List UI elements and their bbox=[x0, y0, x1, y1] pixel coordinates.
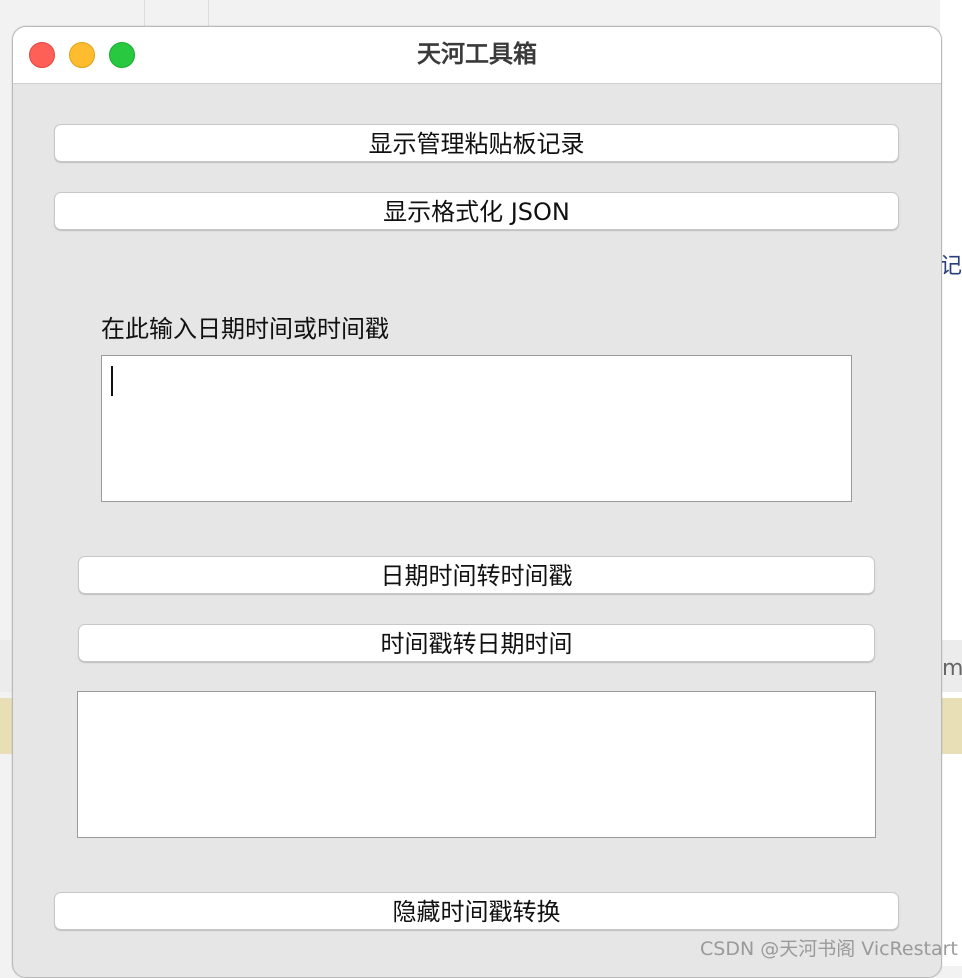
hide-timestamp-button[interactable]: 隐藏时间戳转换 bbox=[54, 892, 899, 930]
show-clipboard-button[interactable]: 显示管理粘贴板记录 bbox=[54, 124, 899, 162]
datetime-input[interactable] bbox=[101, 355, 852, 502]
text-caret bbox=[111, 366, 113, 396]
background-divider bbox=[144, 0, 145, 26]
window-title: 天河工具箱 bbox=[417, 40, 537, 68]
background-text: m bbox=[942, 656, 962, 681]
show-json-button[interactable]: 显示格式化 JSON bbox=[54, 192, 899, 230]
background-app-panel bbox=[940, 0, 962, 966]
date-to-timestamp-button[interactable]: 日期时间转时间戳 bbox=[78, 556, 875, 594]
result-output[interactable] bbox=[77, 691, 876, 838]
input-label: 在此输入日期时间或时间戳 bbox=[101, 315, 389, 343]
background-text: 记 bbox=[940, 254, 962, 279]
background-divider bbox=[208, 0, 209, 26]
title-bar: 天河工具箱 bbox=[13, 27, 941, 84]
app-window: 天河工具箱 显示管理粘贴板记录 显示格式化 JSON 在此输入日期时间或时间戳 … bbox=[12, 26, 942, 978]
timestamp-to-date-button[interactable]: 时间戳转日期时间 bbox=[78, 624, 875, 662]
watermark: CSDN @天河书阁 VicRestart bbox=[700, 938, 958, 960]
